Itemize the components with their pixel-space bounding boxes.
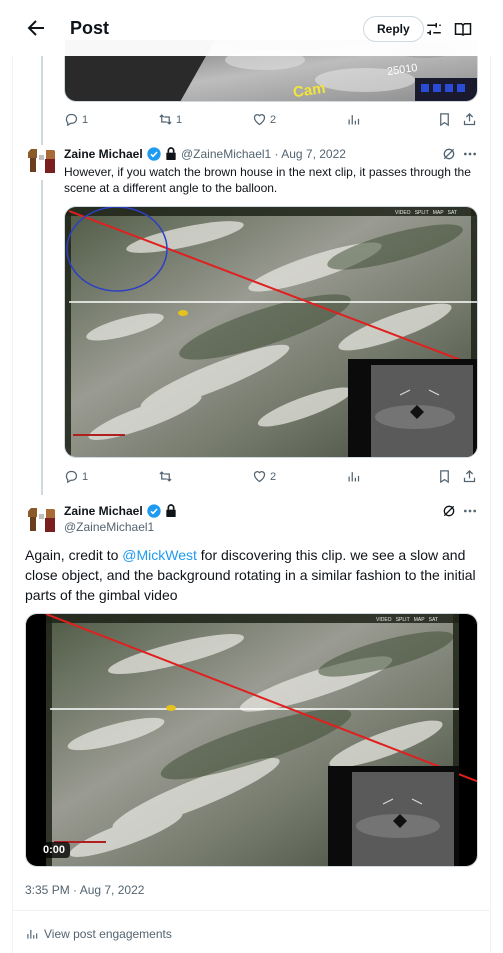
thread-connector [41,50,43,145]
author-handle-date[interactable]: @ZaineMichael1 · Aug 7, 2022 [181,147,346,161]
views-action[interactable] [346,469,361,484]
share-icon[interactable] [462,469,477,484]
reply-action[interactable]: 1 [64,469,88,484]
page-title: Post [70,18,110,38]
reply-count: 1 [82,113,89,126]
video-frame-graphic [65,207,477,457]
more-icon[interactable] [462,146,478,162]
verified-badge-icon [147,504,161,518]
share-icon[interactable] [462,112,477,127]
author-name[interactable]: Zaine Michael [64,147,143,161]
author-handle[interactable]: @ZaineMichael1 [64,520,154,534]
author-name[interactable]: Zaine Michael [64,504,143,518]
reply-button[interactable]: Reply [363,16,424,42]
thread-connector [41,180,43,495]
tweet-video[interactable]: VIDEO SPLIT MAP SAT 0:00 [25,613,478,867]
lock-icon [166,504,176,517]
reply-action[interactable]: 1 [64,112,88,127]
bookmark-icon[interactable] [437,112,452,127]
more-icon[interactable] [462,503,478,519]
avatar[interactable] [25,504,59,538]
lock-icon [166,147,176,160]
mention-link[interactable]: @MickWest [122,547,197,563]
media-hud-text: VIDEO SPLIT MAP SAT [395,210,457,216]
avatar-image [25,504,59,538]
heart-icon [253,471,266,483]
reply-icon [65,470,78,484]
top-bar: Post Reply [12,0,491,56]
tweet-text-part: Again, credit to [25,547,123,563]
engagements-label: View post engagements [44,927,172,941]
grok-icon[interactable] [441,503,457,519]
video-frame-graphic [26,614,477,866]
media-hud-text: VIDEO SPLIT MAP SAT [376,617,438,623]
retweet-icon [159,114,172,125]
divider [12,910,491,911]
retweet-action[interactable]: 1 [158,112,182,127]
bar-chart-icon [348,472,360,482]
reader-mode-icon[interactable] [454,20,472,38]
grok-icon[interactable] [441,146,457,162]
avatar[interactable] [25,145,59,179]
tweet-text: Again, credit to @MickWest for discoveri… [25,545,477,605]
like-count: 2 [270,470,277,483]
post-timestamp[interactable]: 3:35 PM · Aug 7, 2022 [25,883,144,897]
like-action[interactable]: 2 [252,112,276,127]
back-arrow-icon[interactable] [24,16,48,40]
avatar-image [25,145,59,179]
verified-badge-icon [147,147,161,161]
sliders-icon[interactable] [425,20,443,38]
tweet-text: However, if you watch the brown house in… [64,165,471,195]
like-action[interactable]: 2 [252,469,276,484]
heart-icon [253,114,266,126]
tweet-actions: 1 1 2 [64,112,478,132]
retweet-action[interactable] [158,469,176,484]
bookmark-icon[interactable] [437,469,452,484]
retweet-count: 1 [176,113,183,126]
tweet-media-image[interactable]: VIDEO SPLIT MAP SAT [64,206,478,458]
bar-chart-icon [27,929,38,939]
retweet-icon [159,471,172,482]
views-action[interactable] [346,112,361,127]
video-timestamp: 0:00 [38,842,71,858]
view-engagements-link[interactable]: View post engagements [25,927,172,941]
tweet-actions: 1 2 [64,469,478,489]
like-count: 2 [270,113,277,126]
reply-count: 1 [82,470,89,483]
reply-icon [65,113,78,127]
bar-chart-icon [348,115,360,125]
